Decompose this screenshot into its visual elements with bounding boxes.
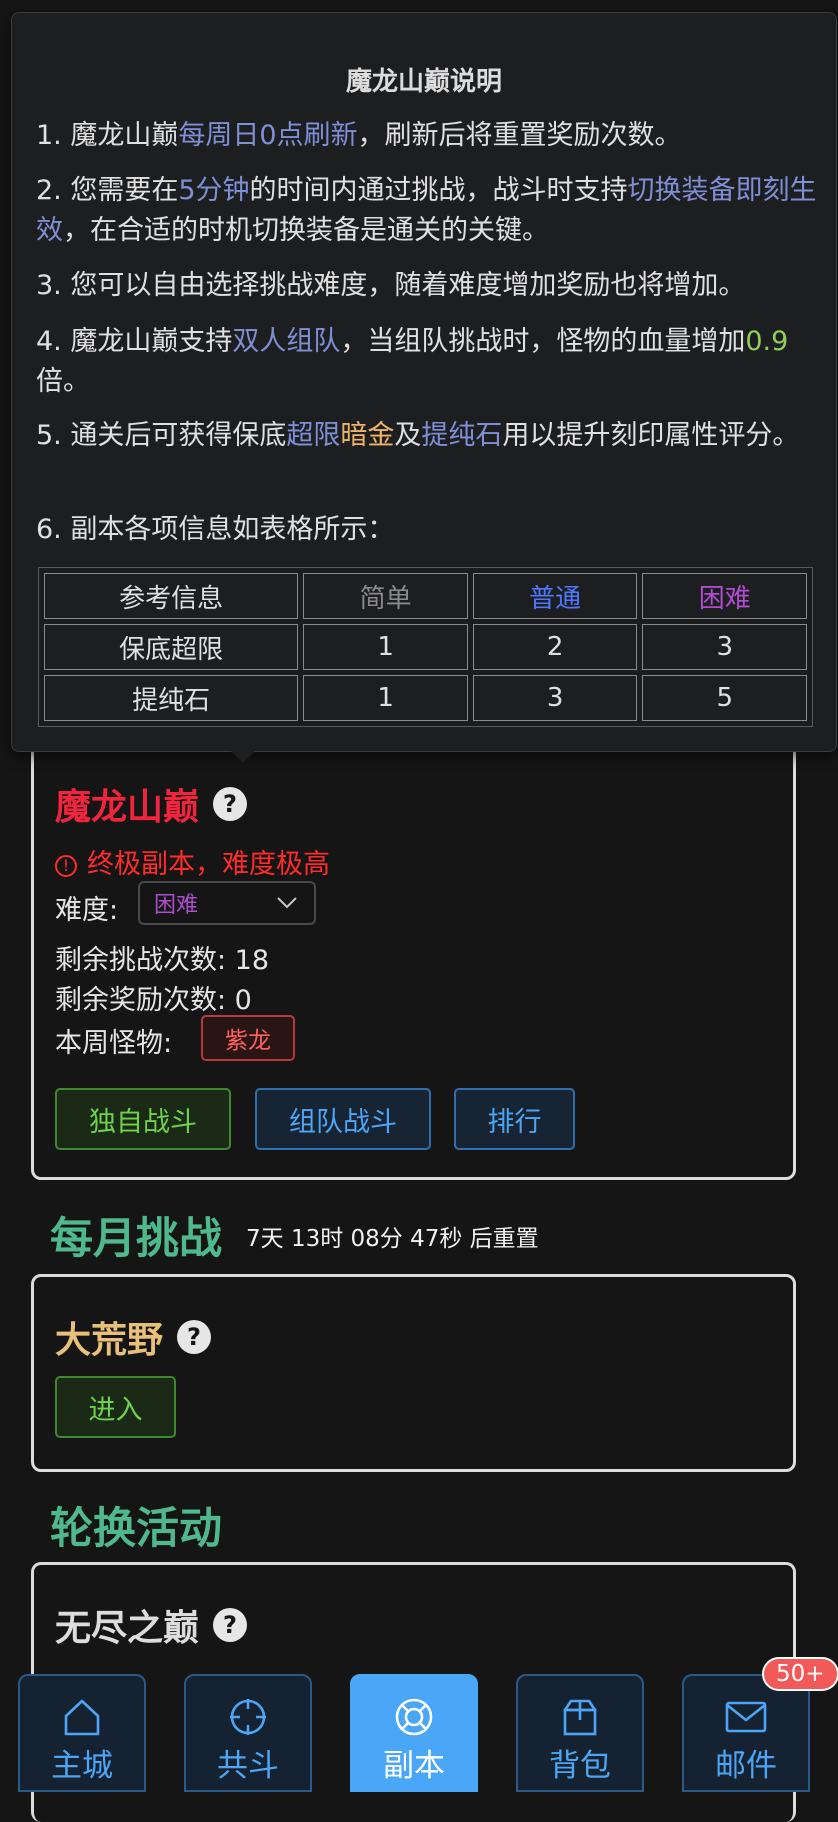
nav-label-bag: 背包: [549, 1748, 611, 1784]
enter-button[interactable]: 进入: [55, 1376, 176, 1438]
solo-battle-button[interactable]: 独自战斗: [55, 1088, 231, 1150]
text-span: 4. 魔龙山巅支持: [36, 326, 233, 357]
table-row: 保底超限 1 2 3: [44, 624, 807, 670]
rewards-left: 剩余奖励次数: 0: [55, 985, 252, 1016]
nav-item-dungeon[interactable]: 副本: [350, 1674, 478, 1792]
rotation-section-title: 轮换活动: [50, 1504, 222, 1554]
highlight-span: 暗金: [340, 420, 395, 451]
home-icon: [64, 1699, 100, 1736]
text-span: 5. 通关后可获得保底: [36, 420, 287, 451]
tooltip-line-4: 4. 魔龙山巅支持双人组队，当组队挑战时，怪物的血量增加0.9 倍。: [36, 322, 826, 402]
molong-card: 魔龙山巅 ? ! 终极副本，难度极高 难度: 困难 剩余挑战次数: 18 剩余奖励…: [31, 735, 796, 1180]
molong-title: 魔龙山巅 ?: [55, 778, 248, 830]
warning-label: 终极副本，难度极高: [87, 849, 330, 880]
lifebuoy-icon: [395, 1698, 433, 1736]
mail-icon: [725, 1701, 767, 1733]
wild-title: 大荒野 ?: [55, 1311, 212, 1363]
text-span: 倍。: [36, 366, 90, 397]
table-row: 提纯石 1 3 5: [44, 675, 807, 721]
nav-item-bag[interactable]: 背包: [516, 1674, 644, 1792]
tooltip-line-5: 5. 通关后可获得保底超限暗金及提纯石用以提升刻印属性评分。: [36, 416, 826, 456]
tooltip-line-6: 6. 副本各项信息如表格所示：: [36, 514, 395, 545]
highlight-span: 超限: [286, 420, 341, 451]
nav-item-home[interactable]: 主城: [18, 1674, 146, 1792]
highlight-span: 提纯石: [421, 420, 503, 451]
highlight-span: 5分钟: [178, 175, 250, 206]
text-span: 用以提升刻印属性评分。: [502, 420, 800, 451]
nav-label-coop: 共斗: [217, 1748, 279, 1784]
highlight-span: 每周日0点刷新: [178, 120, 358, 151]
table-cell: 1: [303, 624, 468, 670]
difficulty-select[interactable]: 困难: [138, 881, 316, 925]
nav-item-coop[interactable]: 共斗: [184, 1674, 312, 1792]
box-icon: [563, 1699, 597, 1736]
text-span: 及: [394, 420, 422, 451]
endless-title: 无尽之巅 ?: [55, 1599, 248, 1651]
monthly-reset-countdown: 7天 13时 08分 47秒 后重置: [246, 1226, 539, 1252]
mail-count-badge: 50+: [762, 1657, 838, 1691]
warning-icon: !: [55, 854, 77, 877]
table-cell: 保底超限: [44, 624, 299, 670]
tooltip-title: 魔龙山巅说明: [345, 67, 502, 97]
wild-title-text: 大荒野: [55, 1320, 164, 1361]
difficulty-label: 难度:: [55, 895, 119, 926]
nav-item-mail[interactable]: 邮件: [682, 1674, 810, 1792]
help-icon[interactable]: ?: [213, 787, 248, 821]
monster-label: 本周怪物:: [55, 1028, 173, 1059]
text-span: 1. 魔龙山巅: [36, 120, 179, 151]
table-cell: 2: [472, 624, 638, 670]
help-icon[interactable]: ?: [177, 1320, 212, 1354]
nav-label-dungeon: 副本: [383, 1748, 445, 1784]
tooltip-arrow: [230, 750, 256, 763]
nav-label-home: 主城: [51, 1748, 113, 1784]
table-cell: 提纯石: [44, 675, 299, 721]
text-span: 的时间内通过挑战，战斗时支持: [249, 175, 628, 206]
text-span: ，刷新后将重置奖励次数。: [357, 120, 682, 151]
wild-card: 大荒野 ? 进入: [31, 1274, 796, 1472]
ranking-button[interactable]: 排行: [454, 1088, 575, 1150]
table-cell: 3: [472, 675, 638, 721]
table-header-cell: 普通: [472, 573, 638, 619]
text-span: ，在合适的时机切换装备是通关的关键。: [63, 215, 549, 246]
warning-text: ! 终极副本，难度极高: [55, 842, 330, 881]
table-header-cell: 简单: [303, 573, 468, 619]
molong-title-text: 魔龙山巅: [55, 787, 200, 828]
challenges-left: 剩余挑战次数: 18: [55, 945, 270, 976]
chevron-down-icon: [277, 897, 297, 909]
text-span: 2. 您需要在: [36, 175, 179, 206]
tooltip-line-1: 1. 魔龙山巅每周日0点刷新，刷新后将重置奖励次数。: [36, 116, 826, 156]
table-cell: 3: [642, 624, 807, 670]
text-span: ，当组队挑战时，怪物的血量增加: [340, 326, 746, 357]
help-icon[interactable]: ?: [213, 1608, 248, 1642]
monster-tag: 紫龙: [201, 1015, 295, 1061]
table-header-row: 参考信息 简单 普通 困难: [44, 573, 807, 619]
team-battle-button[interactable]: 组队战斗: [255, 1088, 431, 1150]
highlight-span: 双人组队: [232, 326, 341, 357]
nav-label-mail: 邮件: [715, 1748, 777, 1784]
tooltip-line-2: 2. 您需要在5分钟的时间内通过挑战，战斗时支持切换装备即刻生效，在合适的时机切…: [36, 171, 826, 251]
crosshair-icon: [230, 1699, 266, 1735]
difficulty-value: 困难: [154, 893, 199, 918]
tooltip-line-3: 3. 您可以自由选择挑战难度，随着难度增加奖励也将增加。: [36, 270, 746, 301]
table-header-cell: 困难: [642, 573, 807, 619]
molong-info-tooltip: 魔龙山巅说明 1. 魔龙山巅每周日0点刷新，刷新后将重置奖励次数。 2. 您需要…: [11, 12, 837, 752]
highlight-span: 0.9: [745, 326, 789, 357]
table-cell: 5: [642, 675, 807, 721]
endless-title-text: 无尽之巅: [55, 1608, 200, 1649]
monthly-section-title: 每月挑战: [50, 1214, 222, 1264]
dungeon-info-table: 参考信息 简单 普通 困难 保底超限 1 2 3 提纯石 1 3 5: [38, 567, 813, 727]
table-header-cell: 参考信息: [44, 573, 299, 619]
table-cell: 1: [303, 675, 468, 721]
